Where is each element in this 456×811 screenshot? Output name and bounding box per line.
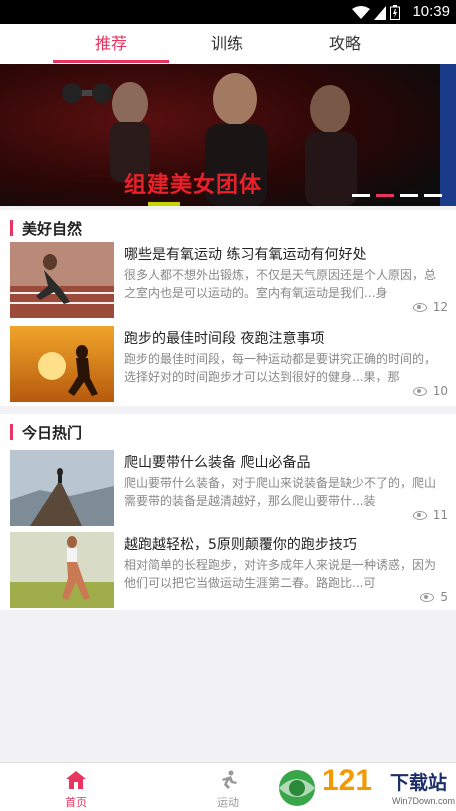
section-title: 今日热门 [22,423,83,442]
carousel-dots [352,194,442,197]
article-thumbnail [10,450,114,526]
banner-carousel[interactable]: 组建美女团体 [0,64,456,206]
home-icon [66,771,86,789]
section-trending: 今日热门 爬山要带什么装备 爬山必备品 爬山要带什么装备，对于爬山来说装备是缺少… [0,414,456,610]
view-count-value: 10 [432,384,448,398]
section-header: 今日热门 [0,414,456,450]
article-item[interactable]: 跑步的最佳时间段 夜跑注意事项 跑步的最佳时间段，每一种运动都是要讲究正确的时间… [0,326,456,406]
tab-training[interactable]: 训练 [187,24,267,64]
clock: 10:39 [412,3,450,20]
signal-icon [374,6,386,20]
view-count-value: 5 [440,590,448,604]
article-item[interactable]: 越跑越轻松，5原则颠覆你的跑步技巧 相对简单的长程跑步，对许多成年人来说是一种诱… [0,532,456,612]
watermark-text: 下载站 [390,772,448,794]
article-summary: 相对简单的长程跑步，对许多成年人来说是一种诱惑，因为他们可以把它当做运动生涯第二… [124,558,437,590]
watermark-logo: 121 下载站 Win7Down.com [274,764,456,811]
section-accent-bar [10,220,13,236]
article-thumbnail [10,326,114,402]
eye-icon [412,386,427,396]
view-count-value: 11 [432,508,448,522]
tab-recommend[interactable]: 推荐 [71,24,151,64]
carousel-dot[interactable] [424,194,442,197]
tab-guide[interactable]: 攻略 [305,24,385,64]
article-title: 越跑越轻松，5原则颠覆你的跑步技巧 [124,537,357,553]
status-icons [352,5,400,20]
status-bar: 10:39 [0,0,456,24]
view-count: 11 [412,508,448,522]
article-thumbnail [10,532,114,608]
active-tab-indicator [53,60,169,63]
eye-icon [412,510,427,520]
view-count-value: 12 [432,300,448,314]
carousel-dot-active[interactable] [376,194,394,197]
watermark-url: Win7Down.com [392,796,456,806]
nav-sport[interactable]: 运动 [188,763,268,810]
top-tabs: 推荐 训练 攻略 [0,24,456,64]
section-header: 美好自然 [0,210,456,246]
article-title: 哪些是有氧运动 练习有氧运动有何好处 [124,247,367,263]
article-item[interactable]: 爬山要带什么装备 爬山必备品 爬山要带什么装备，对于爬山来说装备是缺少不了的，爬… [0,450,456,530]
battery-icon [390,5,400,20]
section-nature: 美好自然 哪些是有氧运动 练习有氧运动有何好处 很多人都不想外出锻炼，不仅是天气… [0,210,456,406]
eye-icon [420,592,435,602]
article-summary: 跑步的最佳时间段，每一种运动都是要讲究正确的时间的，选择好对的时间跑步才可以达到… [124,352,437,384]
eye-icon [412,302,427,312]
section-title: 美好自然 [22,219,83,238]
nav-label: 运动 [217,796,239,809]
carousel-dot[interactable] [400,194,418,197]
article-title: 爬山要带什么装备 爬山必备品 [124,455,311,471]
runner-icon [222,770,237,789]
nav-label: 首页 [65,796,87,809]
view-count: 12 [412,300,448,314]
watermark-number: 121 [322,764,373,797]
wifi-icon [352,6,370,19]
view-count: 5 [420,590,448,604]
view-count: 10 [412,384,448,398]
section-accent-bar [10,424,13,440]
article-summary: 很多人都不想外出锻炼，不仅是天气原因还是个人原因，总之室内也是可以运动的。室内有… [124,268,437,300]
article-thumbnail [10,242,114,318]
globe-icon [279,770,315,806]
article-title: 跑步的最佳时间段 夜跑注意事项 [124,331,325,347]
article-item[interactable]: 哪些是有氧运动 练习有氧运动有何好处 很多人都不想外出锻炼，不仅是天气原因还是个… [0,242,456,322]
banner-title: 组建美女团体 [124,173,263,198]
article-summary: 爬山要带什么装备，对于爬山来说装备是缺少不了的，爬山需要带的装备是越清越好，那么… [124,476,437,508]
carousel-dot[interactable] [352,194,370,197]
nav-home[interactable]: 首页 [36,763,116,810]
